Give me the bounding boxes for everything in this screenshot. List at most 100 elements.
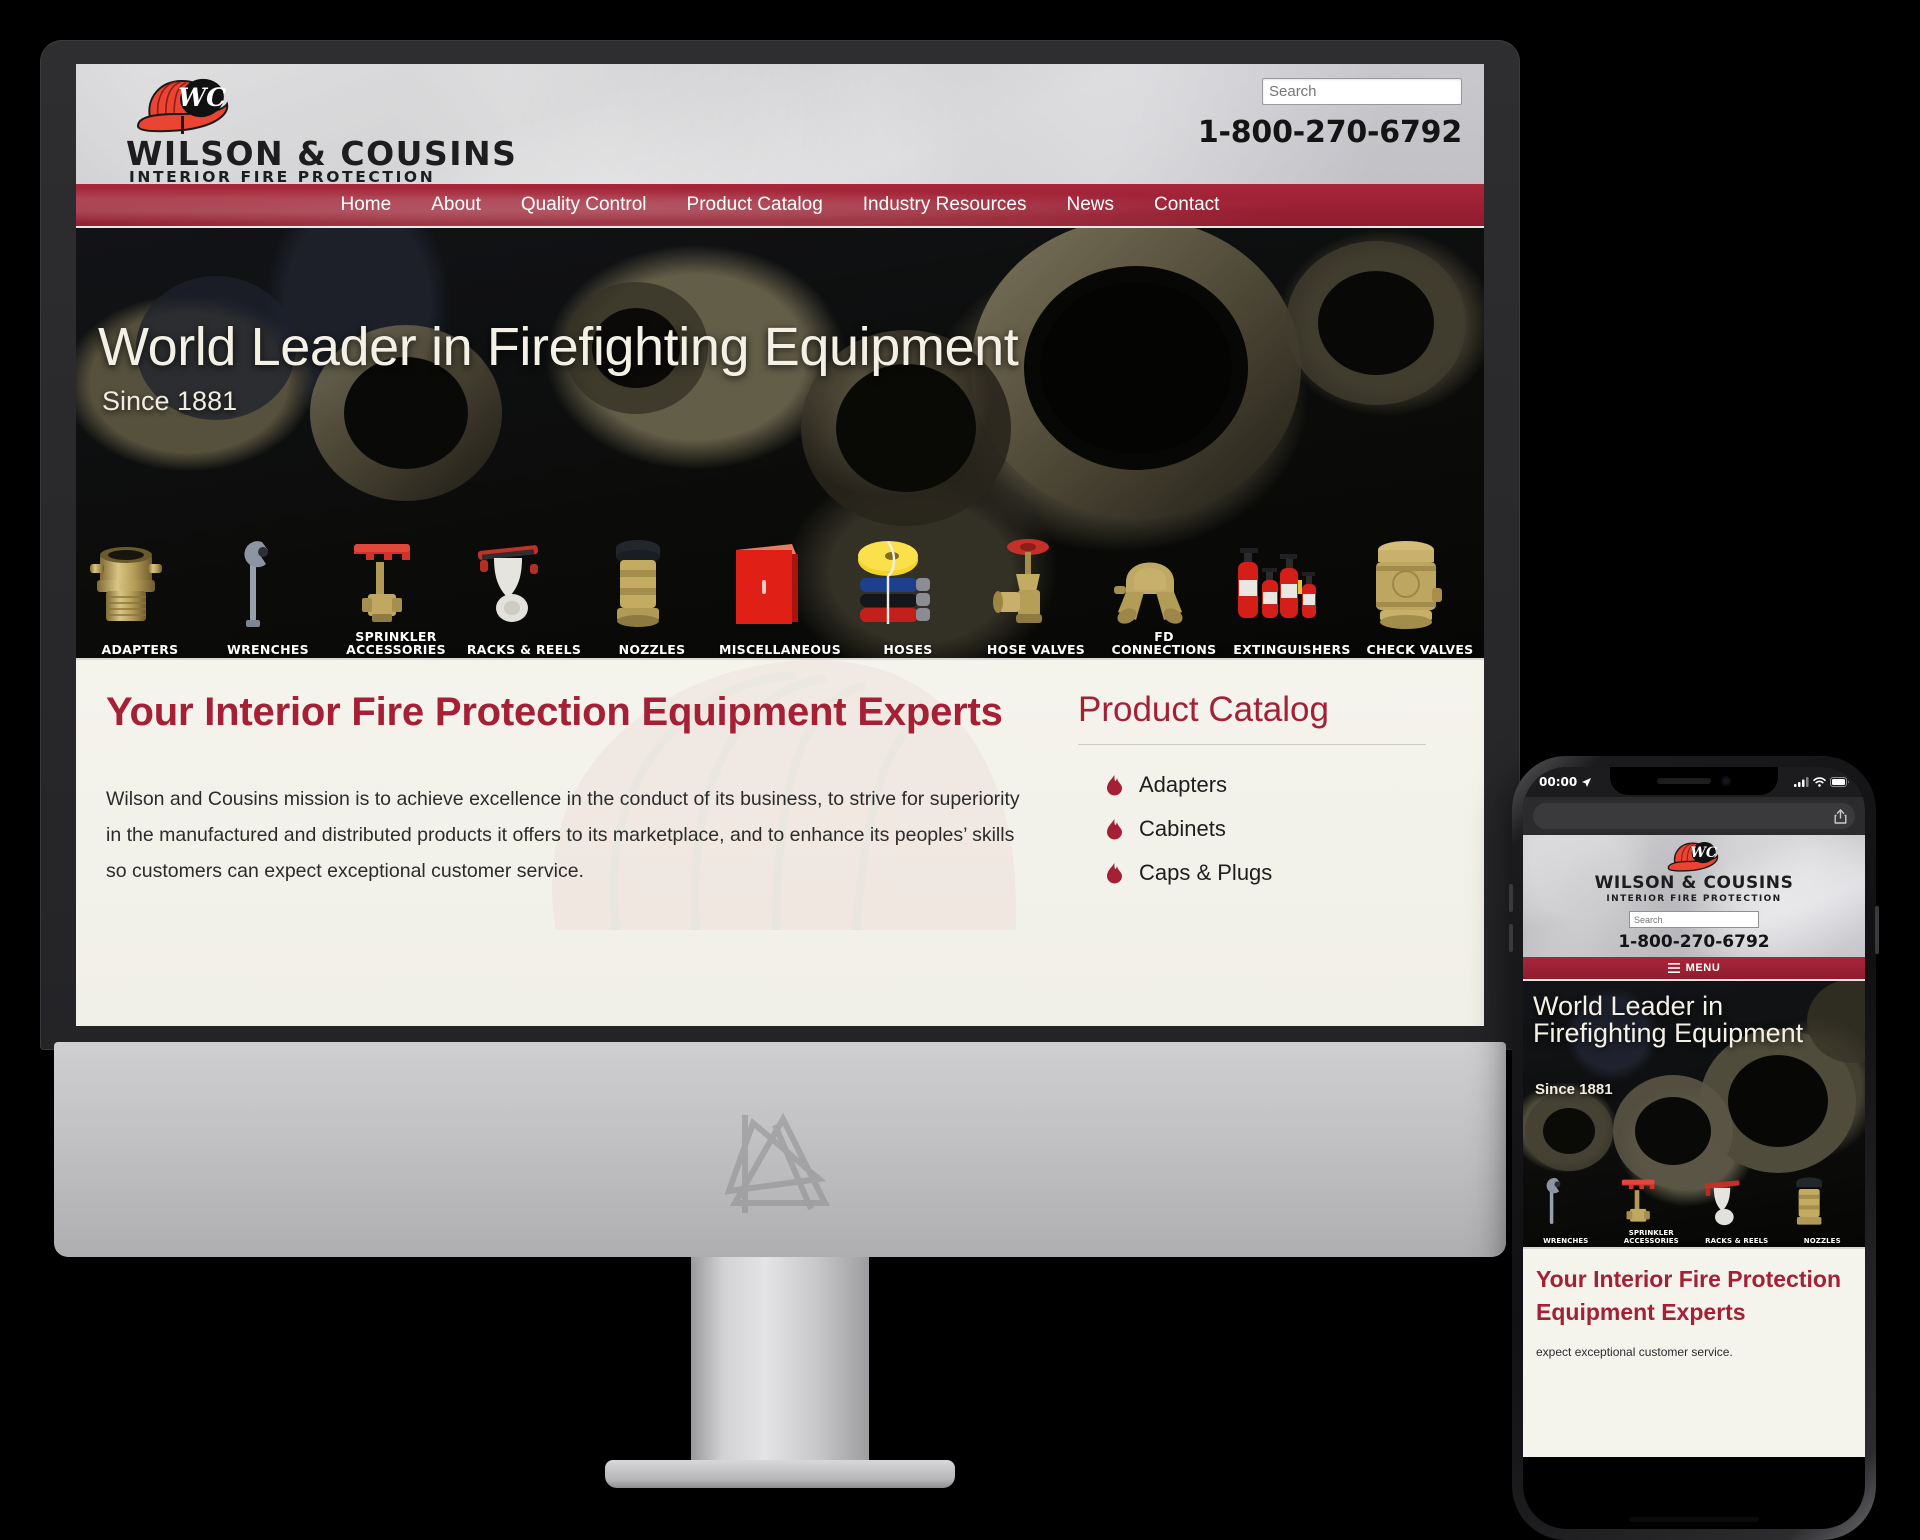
mobile-page-title: Your Interior Fire Protection Equipment … <box>1536 1266 1841 1325</box>
mobile-page-content: Your Interior Fire Protection Equipment … <box>1523 1247 1865 1457</box>
volume-up-button[interactable] <box>1509 884 1513 912</box>
category-hose-valves[interactable]: HOSE VALVES <box>972 530 1100 658</box>
category-fd-connections[interactable]: FD CONNECTIONS <box>1100 530 1228 658</box>
header-phone-number[interactable]: 1-800-270-6792 <box>1198 115 1462 150</box>
flame-bullet-icon <box>1107 863 1122 884</box>
home-indicator[interactable] <box>1629 1517 1759 1522</box>
safari-toolbar <box>1523 797 1865 835</box>
category-label: RACKS & REELS <box>466 642 582 657</box>
category-label: FD CONNECTIONS <box>1111 629 1217 657</box>
mobile-category-strip: WRENCHES SPRINKLER ACCESSORIES RACKS & R… <box>1523 1171 1865 1247</box>
firefighter-helmet-logo-icon: WC <box>136 78 229 134</box>
category-wrenches[interactable]: WRENCHES <box>204 530 332 658</box>
mobile-category-label: NOZZLES <box>1803 1237 1841 1245</box>
category-label: EXTINGUISHERS <box>1233 642 1351 657</box>
status-time: 00:00 <box>1539 775 1578 789</box>
category-label: ADAPTERS <box>101 642 179 657</box>
wifi-icon <box>1813 777 1826 787</box>
category-strip: ADAPTERS WRENCHES SPRINKLER ACCESSORIES … <box>76 530 1484 658</box>
nav-item-news[interactable]: News <box>1046 194 1134 216</box>
sidebar-item-label: Caps & Plugs <box>1139 860 1273 885</box>
power-button[interactable] <box>1875 906 1879 954</box>
category-extinguishers[interactable]: EXTINGUISHERS <box>1228 530 1356 658</box>
desktop-website-viewport: WC WILSON & COUSINS INTERIOR FIRE PROTEC… <box>76 64 1484 1026</box>
sprinkler-valve-icon <box>354 544 410 622</box>
nav-item-product-catalog[interactable]: Product Catalog <box>667 194 843 216</box>
hero-subtitle: Since 1881 <box>102 386 238 416</box>
mobile-hero-banner: World Leader in Firefighting Equipment S… <box>1523 981 1865 1247</box>
category-label: MISCELLANEOUS <box>718 642 842 657</box>
search-input[interactable] <box>1262 78 1462 105</box>
mobile-category-wrenches[interactable]: WRENCHES <box>1523 1171 1609 1247</box>
imac-mockup: WC WILSON & COUSINS INTERIOR FIRE PROTEC… <box>40 40 1520 1488</box>
nav-item-contact[interactable]: Contact <box>1134 194 1239 216</box>
sidebar-item-cabinets[interactable]: Cabinets <box>1078 807 1426 851</box>
sidebar-item-adapters[interactable]: Adapters <box>1078 763 1426 807</box>
cabinet-icon <box>736 544 798 624</box>
share-icon[interactable] <box>1834 808 1847 824</box>
category-adapters[interactable]: ADAPTERS <box>76 530 204 658</box>
firefighter-helmet-logo-icon: WC <box>1667 842 1719 872</box>
page-title: Your Interior Fire Protection Equipment … <box>106 690 1003 734</box>
header-utility: 1-800-270-6792 <box>1198 78 1462 150</box>
location-arrow-icon <box>1582 777 1592 787</box>
mobile-category-sprinkler-accessories[interactable]: SPRINKLER ACCESSORIES <box>1609 1171 1695 1247</box>
earpiece-speaker <box>1657 778 1711 784</box>
volume-down-button[interactable] <box>1509 924 1513 952</box>
category-nozzles[interactable]: NOZZLES <box>588 530 716 658</box>
nav-item-about[interactable]: About <box>411 194 501 216</box>
mobile-phone-number[interactable]: 1-800-270-6792 <box>1523 932 1865 952</box>
mobile-category-nozzles[interactable]: NOZZLES <box>1780 1171 1866 1247</box>
sidebar-item-label: Adapters <box>1139 772 1228 797</box>
battery-icon <box>1830 777 1849 787</box>
imac-stand-foot <box>605 1460 955 1488</box>
flame-bullet-icon <box>1107 819 1122 840</box>
mobile-website-viewport: 00:00 WC WILSON & COUSINS INTERIOR FIRE … <box>1523 767 1865 1529</box>
category-miscellaneous[interactable]: MISCELLANEOUS <box>716 530 844 658</box>
category-racks-reels[interactable]: RACKS & REELS <box>460 530 588 658</box>
category-label: NOZZLES <box>618 642 686 657</box>
mobile-category-racks-reels[interactable]: RACKS & REELS <box>1694 1171 1780 1247</box>
imac-stand-neck <box>691 1257 869 1472</box>
mobile-menu-button[interactable]: MENU <box>1523 957 1865 981</box>
rack-reel-icon <box>1704 1180 1740 1226</box>
category-label: HOSES <box>883 642 933 657</box>
url-input[interactable] <box>1533 803 1855 829</box>
svg-text:WC: WC <box>178 83 226 112</box>
nav-item-home[interactable]: Home <box>321 194 412 216</box>
cellular-signal-icon <box>1794 777 1809 787</box>
iphone-mockup: 00:00 WC WILSON & COUSINS INTERIOR FIRE … <box>1509 756 1879 1540</box>
category-check-valves[interactable]: CHECK VALVES <box>1356 530 1484 658</box>
sidebar-heading: Product Catalog <box>1078 690 1426 745</box>
category-label: SPRINKLER ACCESSORIES <box>346 629 446 657</box>
mobile-category-label: WRENCHES <box>1543 1237 1589 1245</box>
hose-coil-icon <box>858 541 930 624</box>
hose-valve-icon <box>993 539 1049 623</box>
adapter-icon <box>90 547 162 621</box>
category-label: HOSE VALVES <box>986 642 1086 657</box>
sidebar-item-label: Cabinets <box>1139 816 1226 841</box>
site-header: WC WILSON & COUSINS INTERIOR FIRE PROTEC… <box>76 64 1484 186</box>
extinguisher-icon <box>1238 548 1316 618</box>
mobile-category-label: SPRINKLER ACCESSORIES <box>1623 1229 1679 1245</box>
hero-title: World Leader in Firefighting Equipment <box>98 317 1019 377</box>
page-content: Your Interior Fire Protection Equipment … <box>76 658 1484 1026</box>
category-label: CHECK VALVES <box>1366 642 1474 657</box>
nav-item-industry-resources[interactable]: Industry Resources <box>843 194 1047 216</box>
mobile-body-text: expect exceptional customer service. <box>1536 1345 1733 1359</box>
sidebar-item-caps-plugs[interactable]: Caps & Plugs <box>1078 851 1426 895</box>
flame-bullet-icon <box>1107 775 1122 796</box>
main-column: Your Interior Fire Protection Equipment … <box>106 690 1046 895</box>
category-sprinkler-accessories[interactable]: SPRINKLER ACCESSORIES <box>332 530 460 658</box>
site-logo[interactable]: WC WILSON & COUSINS INTERIOR FIRE PROTEC… <box>102 72 522 186</box>
nav-item-quality-control[interactable]: Quality Control <box>501 194 667 216</box>
product-catalog-sidebar: Product Catalog Adapters Cabinets Caps &… <box>1046 690 1426 895</box>
main-navigation: Home About Quality Control Product Catal… <box>76 184 1484 228</box>
check-valve-icon <box>1376 541 1442 629</box>
svg-text:WC: WC <box>1690 845 1716 861</box>
hero-banner: World Leader in Firefighting Equipment S… <box>76 228 1484 658</box>
mobile-search-input[interactable] <box>1629 911 1759 928</box>
mobile-logo-tagline: INTERIOR FIRE PROTECTION <box>1606 894 1782 904</box>
category-hoses[interactable]: HOSES <box>844 530 972 658</box>
screenshot-stage: WC WILSON & COUSINS INTERIOR FIRE PROTEC… <box>0 0 1920 1540</box>
